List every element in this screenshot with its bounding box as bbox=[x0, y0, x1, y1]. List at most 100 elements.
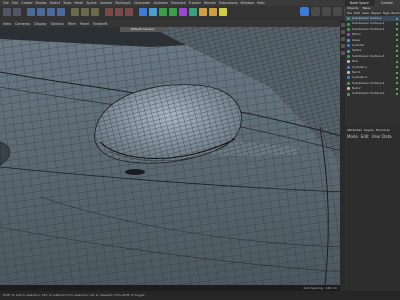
scale-icon[interactable] bbox=[47, 8, 55, 16]
menu-item[interactable]: Spline bbox=[86, 1, 96, 5]
visibility-check-icon[interactable] bbox=[396, 93, 398, 96]
render-settings-icon[interactable] bbox=[125, 8, 133, 16]
visibility-check-icon[interactable] bbox=[396, 23, 398, 26]
object-menu-item[interactable]: Tags bbox=[383, 11, 390, 16]
viewport-menu-item[interactable]: Filter bbox=[68, 22, 76, 26]
menu-item[interactable]: Window bbox=[240, 1, 253, 5]
object-manager: Objects Takes File Edit View Object Tags Book… bbox=[345, 6, 400, 126]
menu-item[interactable]: Help bbox=[257, 1, 265, 5]
object-type-icon bbox=[347, 54, 350, 58]
camera-label[interactable]: Default Camera bbox=[120, 27, 165, 32]
visibility-check-icon[interactable] bbox=[396, 33, 398, 36]
grid-icon[interactable] bbox=[311, 7, 320, 16]
attribute-menu-item[interactable]: User Data bbox=[372, 134, 392, 139]
snap-icon[interactable] bbox=[322, 7, 331, 16]
pen-icon[interactable] bbox=[149, 8, 157, 16]
visibility-check-icon[interactable] bbox=[396, 82, 398, 85]
redshift-icon[interactable] bbox=[300, 7, 309, 16]
attribute-menu-item[interactable]: Mode bbox=[347, 134, 358, 139]
axis-x-icon[interactable] bbox=[71, 8, 79, 16]
palette-icon[interactable] bbox=[340, 37, 345, 41]
viewport[interactable] bbox=[0, 27, 345, 285]
palette-icon[interactable] bbox=[340, 23, 345, 27]
menu-item[interactable]: Simulate bbox=[171, 1, 186, 5]
menu-item[interactable]: Select bbox=[50, 1, 60, 5]
menu-item[interactable]: Create bbox=[21, 1, 32, 5]
menu-item[interactable]: Edit bbox=[12, 1, 19, 5]
array-icon[interactable] bbox=[169, 8, 177, 16]
object-type-icon bbox=[347, 65, 350, 69]
object-type-icon bbox=[347, 76, 350, 80]
live-select-icon[interactable] bbox=[27, 8, 35, 16]
deformer-icon[interactable] bbox=[179, 8, 187, 16]
menu-item[interactable]: MoGraph bbox=[115, 1, 130, 5]
status-bar: Shift: to add to selection; Ctrl: to sub… bbox=[0, 291, 400, 300]
visibility-check-icon[interactable] bbox=[396, 28, 398, 31]
object-type-icon bbox=[347, 92, 350, 96]
visibility-check-icon[interactable] bbox=[396, 66, 398, 69]
subdivision-icon[interactable] bbox=[159, 8, 167, 16]
undo-icon[interactable] bbox=[3, 8, 11, 16]
menu-item[interactable]: Character bbox=[134, 1, 151, 5]
attribute-menu: Mode Edit User Data bbox=[345, 134, 400, 139]
tab-attributes[interactable]: Attributes bbox=[347, 128, 362, 132]
visibility-check-icon[interactable] bbox=[396, 60, 398, 63]
viewport-menu-item[interactable]: Options bbox=[51, 22, 64, 26]
object-type-icon bbox=[347, 44, 350, 48]
camera-icon[interactable] bbox=[209, 8, 217, 16]
object-type-icon bbox=[347, 49, 350, 53]
palette-icon[interactable] bbox=[340, 51, 345, 55]
tab-layers[interactable]: Layers bbox=[364, 128, 374, 132]
light-icon[interactable] bbox=[219, 8, 227, 16]
visibility-check-icon[interactable] bbox=[396, 55, 398, 58]
visibility-check-icon[interactable] bbox=[396, 44, 398, 47]
visibility-check-icon[interactable] bbox=[396, 87, 398, 90]
menu-item[interactable]: Modes bbox=[36, 1, 47, 5]
object-type-icon bbox=[347, 22, 350, 26]
object-type-icon bbox=[347, 33, 350, 37]
redo-icon[interactable] bbox=[13, 8, 21, 16]
render-picture-viewer-icon[interactable] bbox=[115, 8, 123, 16]
viewport-menu: View Cameras Display Options Filter Panel Reds… bbox=[0, 20, 345, 27]
axis-y-icon[interactable] bbox=[81, 8, 89, 16]
tab-structure[interactable]: Structure bbox=[376, 128, 390, 132]
viewport-menu-item[interactable]: Cameras bbox=[15, 22, 30, 26]
menu-item[interactable]: Render bbox=[204, 1, 216, 5]
palette-icon[interactable] bbox=[340, 44, 345, 48]
attribute-menu-item[interactable]: Edit bbox=[361, 134, 369, 139]
render-view-icon[interactable] bbox=[105, 8, 113, 16]
visibility-check-icon[interactable] bbox=[396, 71, 398, 74]
viewport-menu-item[interactable]: Panel bbox=[80, 22, 89, 26]
menu-item[interactable]: File bbox=[3, 1, 9, 5]
viewport-menu-item[interactable]: Redshift bbox=[93, 22, 107, 26]
object-type-icon bbox=[347, 60, 350, 64]
object-row[interactable]: Subdivision Surface.5 bbox=[345, 91, 400, 96]
object-type-icon bbox=[347, 38, 350, 42]
menu-item[interactable]: Extensions bbox=[219, 1, 237, 5]
palette-icon[interactable] bbox=[340, 30, 345, 34]
attribute-manager: Attributes Layers Structure Mode Edit User… bbox=[345, 126, 400, 291]
menu-item[interactable]: Tracker bbox=[189, 1, 201, 5]
menu-item[interactable]: Tools bbox=[63, 1, 71, 5]
toolbar bbox=[0, 6, 345, 20]
viewport-menu-item[interactable]: Display bbox=[34, 22, 47, 26]
object-type-icon bbox=[347, 81, 350, 85]
visibility-check-icon[interactable] bbox=[396, 76, 398, 79]
layout-icon[interactable] bbox=[333, 7, 342, 16]
visibility-check-icon[interactable] bbox=[396, 17, 398, 20]
menu-item[interactable]: Volume bbox=[100, 1, 113, 5]
object-menu-item[interactable]: Bookmarks bbox=[391, 11, 400, 16]
object-type-icon bbox=[347, 17, 350, 21]
menu-item[interactable]: Animate bbox=[154, 1, 168, 5]
axis-z-icon[interactable] bbox=[91, 8, 99, 16]
field-icon[interactable] bbox=[189, 8, 197, 16]
rotate-icon[interactable] bbox=[57, 8, 65, 16]
floor-icon[interactable] bbox=[199, 8, 207, 16]
cube-icon[interactable] bbox=[139, 8, 147, 16]
move-icon[interactable] bbox=[37, 8, 45, 16]
visibility-check-icon[interactable] bbox=[396, 50, 398, 53]
viewport-menu-item[interactable]: View bbox=[3, 22, 11, 26]
menu-item[interactable]: Mesh bbox=[74, 1, 83, 5]
object-list: Subdivision Surface Subdivision Surface.1… bbox=[345, 16, 400, 97]
visibility-check-icon[interactable] bbox=[396, 39, 398, 42]
